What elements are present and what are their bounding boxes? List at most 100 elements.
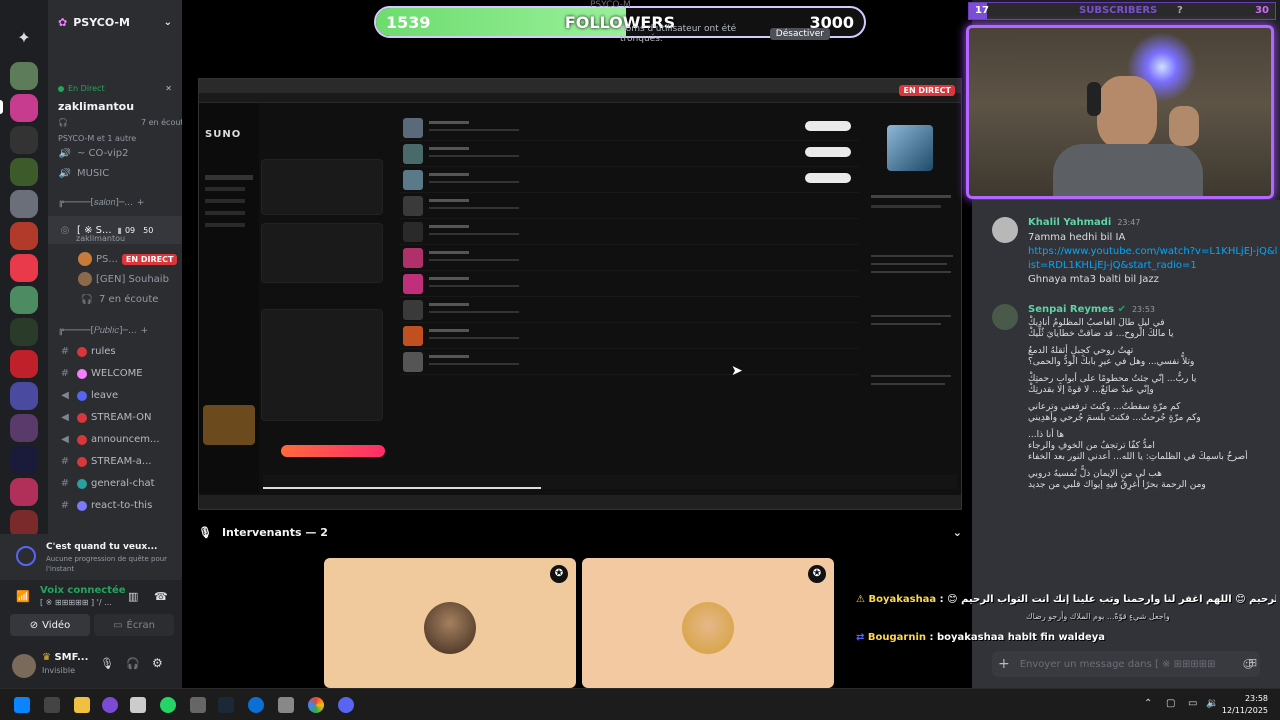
message-input[interactable]: + Envoyer un message dans [ ※ ⊞⊞⊞⊞⊞ ☺: [992, 651, 1260, 677]
message-time: 23:47: [1117, 218, 1141, 227]
server-icon[interactable]: [10, 414, 38, 442]
channel-label: STREAM-ON: [91, 412, 152, 423]
channel-label: WELCOME: [91, 368, 143, 379]
display-icon[interactable]: ▭: [1188, 698, 1197, 709]
headphone-icon[interactable]: 🎧: [126, 657, 140, 670]
disconnect-icon[interactable]: ☎: [154, 590, 168, 603]
song-title-placeholder: [429, 147, 469, 150]
steam-icon[interactable]: [218, 697, 234, 713]
message-line: 7amma hedhi bil IA: [1028, 232, 1126, 243]
message-line: أصرخُ باسمِكَ في الظلماتِ: يا الله... أع…: [1028, 452, 1248, 462]
video-button[interactable]: ⊘ Vidéo: [10, 614, 90, 636]
avatar[interactable]: [12, 654, 36, 678]
discord-icon[interactable]: [338, 697, 354, 713]
song-title-placeholder: [429, 329, 469, 332]
channel-item[interactable]: ◀ announcem...: [48, 434, 182, 445]
microphone-icon[interactable]: 🎙: [100, 657, 114, 670]
category-public[interactable]: ╔─────[𝑃𝑢𝑏𝑙𝑖𝑐]─... +: [48, 326, 182, 336]
discord-home-icon[interactable]: ✦: [10, 24, 38, 52]
avatar[interactable]: [992, 304, 1018, 330]
song-thumbnail: [403, 274, 423, 294]
message-author[interactable]: Senpai Reymes ✔ 23:53: [1028, 304, 1155, 315]
server-icon[interactable]: [10, 446, 38, 474]
megaphone-icon: ◀: [61, 434, 69, 445]
close-icon[interactable]: ✕: [165, 84, 172, 93]
server-icon[interactable]: [10, 286, 38, 314]
server-icon[interactable]: [10, 158, 38, 186]
member-name: PS...: [96, 253, 118, 265]
server-icon[interactable]: [10, 254, 38, 282]
song-title-placeholder: [429, 121, 469, 124]
message-author[interactable]: Khalil Yahmadi 23:47: [1028, 217, 1140, 228]
add-channel-icon[interactable]: +: [137, 198, 145, 208]
file-explorer-icon[interactable]: [74, 697, 90, 713]
channel-item[interactable]: # rules: [48, 346, 182, 357]
message-link[interactable]: https://www.youtube.com/watch?v=L1KHLjEJ…: [1028, 245, 1278, 273]
live-username[interactable]: zaklimantou: [48, 100, 182, 113]
speaker-tile[interactable]: ✪: [582, 558, 834, 688]
screen-share-button[interactable]: ▭ Écran: [94, 614, 174, 636]
edge-icon[interactable]: [248, 697, 264, 713]
listening-count: 7 en écoute: [140, 118, 182, 127]
channel-item[interactable]: # STREAM-a...: [48, 456, 182, 467]
server-icon[interactable]: [10, 126, 38, 154]
voice-channel-name[interactable]: [ ※ ⊞⊞⊞⊞⊞ ] '/ ...: [40, 598, 112, 607]
live-label: En Direct: [68, 84, 105, 93]
speaker-tile[interactable]: ✪: [324, 558, 576, 688]
server-icon[interactable]: [10, 318, 38, 346]
speakers-header[interactable]: 🎙 Intervenants — 2 ⌄: [198, 522, 962, 542]
disable-button[interactable]: Désactiver: [769, 28, 830, 40]
add-icon[interactable]: +: [998, 656, 1010, 672]
app-icon[interactable]: [102, 697, 118, 713]
quest-promo[interactable]: C'est quand tu veux... Aucune progressio…: [0, 534, 182, 580]
voice-member[interactable]: PS... EN DIRECT: [48, 252, 182, 266]
voice-channel-vip[interactable]: 🔊 ~ CO-vip2: [48, 148, 182, 159]
workspace-song-item: [399, 193, 859, 219]
network-icon[interactable]: ▢: [1166, 698, 1175, 709]
channel-item[interactable]: ◀ STREAM-ON: [48, 412, 182, 423]
server-icon[interactable]: [10, 478, 38, 506]
help-icon[interactable]: ?: [1177, 5, 1183, 16]
channel-label: ~ CO-vip2: [77, 148, 129, 159]
app-icon[interactable]: [130, 697, 146, 713]
apps-icon[interactable]: ⊞: [1248, 656, 1257, 669]
ticker-line: ⚠ Boyakashaa : اللهم اغفر لنا وارحمنا وت…: [856, 594, 1276, 608]
server-header[interactable]: ✿ PSYCO-M ⌄: [48, 0, 182, 44]
server-icon[interactable]: [10, 350, 38, 378]
windows-start-icon[interactable]: [14, 697, 30, 713]
headphone-icon: 🎧: [80, 294, 94, 305]
chevron-down-icon[interactable]: ⌄: [953, 526, 962, 539]
clock[interactable]: 23:58 12/11/2025: [1222, 693, 1268, 717]
add-channel-icon[interactable]: +: [141, 326, 149, 336]
screen-icon: ▭: [113, 619, 123, 631]
app-icon[interactable]: [190, 697, 206, 713]
volume-icon[interactable]: 🔉: [1206, 698, 1218, 709]
settings-gear-icon[interactable]: ⚙: [152, 656, 163, 670]
whatsapp-icon[interactable]: [160, 697, 176, 713]
shared-screen[interactable]: EN DIRECT SUNO ➤: [198, 78, 962, 510]
category-salon[interactable]: ╔─────[𝑠𝑎𝑙𝑜𝑛]─... +: [48, 198, 182, 208]
soundboard-icon[interactable]: ▥: [128, 590, 138, 603]
tray-chevron-icon[interactable]: ⌃: [1144, 698, 1152, 709]
avatar[interactable]: [992, 217, 1018, 243]
voice-member[interactable]: [GEN] Souhaib: [48, 272, 182, 286]
channel-item[interactable]: # WELCOME: [48, 368, 182, 379]
channel-item[interactable]: ◀ leave: [48, 390, 182, 401]
presence-status: Invisible: [42, 666, 75, 675]
voice-status[interactable]: Voix connectée: [40, 585, 126, 596]
server-icon[interactable]: [10, 62, 38, 90]
task-view-icon[interactable]: [44, 697, 60, 713]
workspace-song-item: [399, 323, 859, 349]
channel-item[interactable]: # general-chat: [48, 478, 182, 489]
channel-item[interactable]: # react-to-this: [48, 500, 182, 511]
server-icon[interactable]: [10, 382, 38, 410]
lyrics-pane: [867, 115, 959, 485]
server-icon[interactable]: [10, 190, 38, 218]
chrome-icon[interactable]: [308, 697, 324, 713]
voice-channel-music[interactable]: 🔊 MUSIC: [48, 168, 182, 179]
app-icon[interactable]: [278, 697, 294, 713]
song-thumbnail: [403, 170, 423, 190]
song-meta-placeholder: [429, 207, 519, 209]
server-icon[interactable]: [10, 222, 38, 250]
server-icon-psyco[interactable]: [10, 94, 38, 122]
